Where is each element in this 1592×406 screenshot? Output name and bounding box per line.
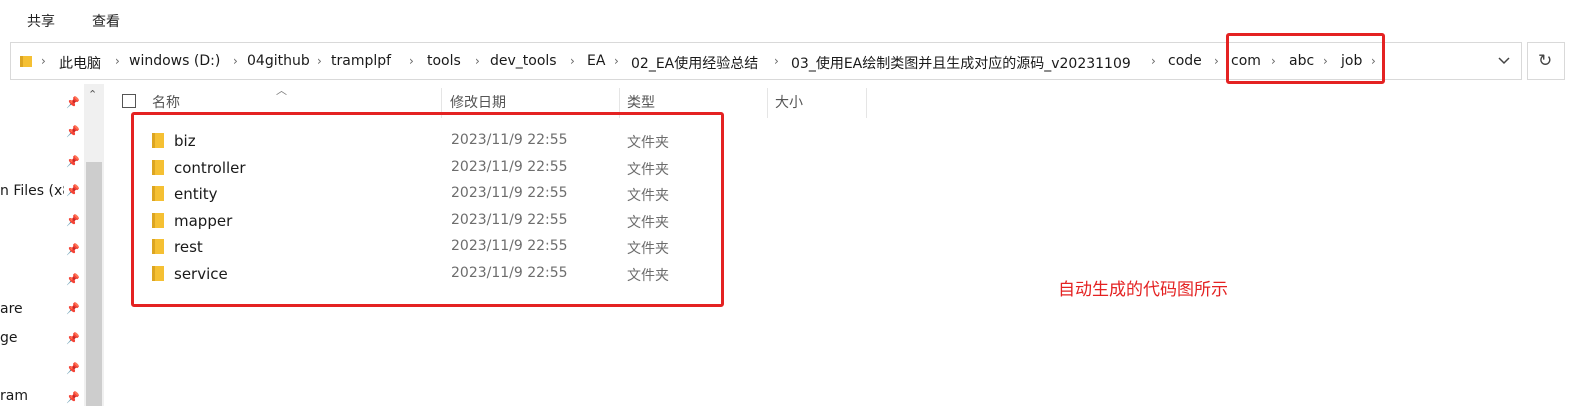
nav-item-program-files-x86[interactable]: n Files (x86 (0, 183, 64, 199)
breadcrumb-separator[interactable]: › (614, 54, 619, 68)
column-header-date[interactable]: 修改日期 (450, 92, 506, 112)
pin-icon[interactable]: 📌 (66, 184, 80, 197)
nav-item-software[interactable]: are (0, 301, 64, 317)
select-all-checkbox[interactable] (122, 94, 136, 108)
breadcrumb-tramplpf[interactable]: tramplpf (331, 53, 391, 69)
breadcrumb-separator[interactable]: › (1151, 54, 1156, 68)
pin-icon[interactable]: 📌 (66, 214, 80, 227)
pin-icon[interactable]: 📌 (66, 125, 80, 138)
annotation-text: 自动生成的代码图所示 (1058, 280, 1228, 300)
breadcrumb-ea[interactable]: EA (587, 53, 605, 69)
refresh-icon: ↻ (1538, 51, 1553, 71)
breadcrumb-04github[interactable]: 04github (247, 53, 310, 69)
column-header-type[interactable]: 类型 (627, 92, 655, 112)
column-header-size[interactable]: 大小 (775, 92, 803, 112)
breadcrumb-separator[interactable]: › (774, 54, 779, 68)
pin-icon[interactable]: 📌 (66, 96, 80, 109)
breadcrumb-this-pc[interactable]: 此电脑 (59, 53, 101, 73)
pin-icon[interactable]: 📌 (66, 302, 80, 315)
breadcrumb-dev-tools[interactable]: dev_tools (490, 53, 557, 69)
breadcrumb-separator[interactable]: › (475, 54, 480, 68)
sort-ascending-icon: ︿ (276, 84, 287, 97)
highlight-file-list-box (131, 112, 724, 307)
pin-icon[interactable]: 📌 (66, 391, 80, 404)
highlight-breadcrumb-box (1226, 33, 1385, 84)
breadcrumb-separator[interactable]: › (317, 54, 322, 68)
breadcrumb-separator[interactable]: › (1214, 54, 1219, 68)
pin-icon[interactable]: 📌 (66, 332, 80, 345)
tab-share[interactable]: 共享 (27, 11, 55, 31)
breadcrumb-separator[interactable]: › (570, 54, 575, 68)
folder-icon (20, 56, 32, 67)
breadcrumb-separator[interactable]: › (409, 54, 414, 68)
breadcrumb-separator[interactable]: › (115, 54, 120, 68)
breadcrumb-windows-d[interactable]: windows (D:) (129, 53, 220, 69)
breadcrumb-separator[interactable]: › (233, 54, 238, 68)
pin-icon[interactable]: 📌 (66, 155, 80, 168)
column-divider[interactable] (866, 88, 867, 118)
tab-view[interactable]: 查看 (92, 11, 120, 31)
nav-scrollbar-thumb[interactable] (86, 162, 102, 406)
nav-item-storage[interactable]: ge (0, 330, 64, 346)
breadcrumb-code[interactable]: code (1168, 53, 1202, 69)
column-header-name[interactable]: 名称 (152, 92, 180, 112)
scroll-up-icon[interactable]: ⌃ (88, 88, 97, 101)
breadcrumb-03-ea-classdiagram[interactable]: 03_使用EA绘制类图并且生成对应的源码_v20231109 (791, 53, 1131, 73)
breadcrumb-separator[interactable]: › (41, 54, 46, 68)
pin-icon[interactable]: 📌 (66, 273, 80, 286)
pin-icon[interactable]: 📌 (66, 243, 80, 256)
pin-icon[interactable]: 📌 (66, 362, 80, 375)
ribbon-tabs: 共享 查看 (0, 0, 1592, 36)
column-divider[interactable] (767, 88, 768, 118)
breadcrumb-02-ea-summary[interactable]: 02_EA使用经验总结 (631, 53, 758, 73)
breadcrumb-tools[interactable]: tools (427, 53, 461, 69)
navigation-pane: 📌 📌 📌 n Files (x86 📌 📌 📌 📌 are 📌 ge 📌 📌 … (0, 84, 104, 406)
nav-item-program[interactable]: ram (0, 388, 64, 404)
refresh-button[interactable]: ↻ (1527, 42, 1565, 80)
chevron-down-icon[interactable] (1498, 57, 1510, 65)
